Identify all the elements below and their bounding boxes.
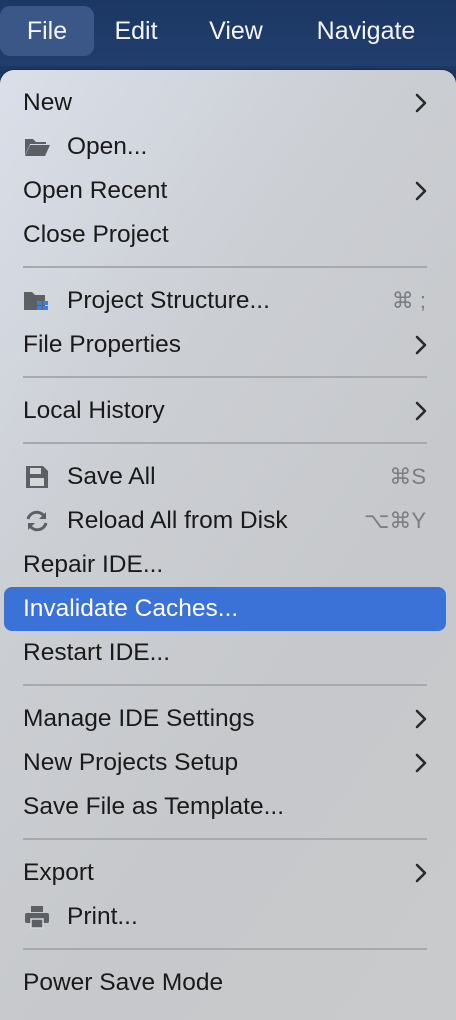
menu-item-reload-all-from-disk[interactable]: Reload All from Disk ⌥⌘Y: [4, 499, 446, 543]
menu-bar: File Edit View Navigate: [0, 0, 456, 66]
menu-item-new-projects-setup[interactable]: New Projects Setup: [4, 741, 446, 785]
menu-item-label: Restart IDE...: [23, 639, 171, 666]
menu-item-manage-ide-settings[interactable]: Manage IDE Settings: [4, 697, 446, 741]
menu-item-file-properties[interactable]: File Properties: [4, 323, 446, 367]
menu-item-open[interactable]: Open...: [4, 125, 446, 169]
menu-item-close-project[interactable]: Close Project: [4, 213, 446, 257]
keyboard-shortcut: ⌘ ;: [391, 288, 426, 313]
menu-item-label: Project Structure...: [67, 287, 270, 314]
keyboard-shortcut: ⌘S: [389, 464, 426, 489]
menubar-view[interactable]: View: [196, 6, 276, 56]
menubar-file[interactable]: File: [0, 6, 94, 56]
menu-item-label: Close Project: [23, 221, 169, 248]
menu-item-save-file-as-template[interactable]: Save File as Template...: [4, 785, 446, 829]
menu-item-label: New Projects Setup: [23, 749, 239, 776]
printer-icon: [25, 906, 49, 929]
menu-item-label: Save File as Template...: [23, 793, 285, 820]
menu-item-invalidate-caches[interactable]: Invalidate Caches...: [4, 587, 446, 631]
menu-separator: [23, 838, 427, 840]
menu-item-label: Repair IDE...: [23, 551, 164, 578]
chevron-right-icon: [415, 93, 427, 113]
menu-item-label: Manage IDE Settings: [23, 705, 255, 732]
menu-separator: [23, 376, 427, 378]
chevron-right-icon: [415, 401, 427, 421]
menu-item-label: Print...: [67, 903, 138, 930]
menubar-edit[interactable]: Edit: [104, 6, 168, 56]
chevron-right-icon: [415, 335, 427, 355]
menu-item-export[interactable]: Export: [4, 851, 446, 895]
menu-separator: [23, 266, 427, 268]
menu-item-local-history[interactable]: Local History: [4, 389, 446, 433]
chevron-right-icon: [415, 753, 427, 773]
menubar-navigate[interactable]: Navigate: [304, 6, 428, 56]
save-icon: [26, 466, 48, 488]
chevron-right-icon: [415, 863, 427, 883]
file-menu-dropdown: New Open... Open Recent Close Project Pr…: [0, 70, 456, 1020]
menu-item-label: New: [23, 89, 73, 116]
keyboard-shortcut: ⌥⌘Y: [363, 508, 426, 533]
project-structure-icon: [24, 292, 48, 310]
menu-item-restart-ide[interactable]: Restart IDE...: [4, 631, 446, 675]
menu-item-label: Export: [23, 859, 94, 886]
menu-item-save-all[interactable]: Save All ⌘S: [4, 455, 446, 499]
menu-separator: [23, 948, 427, 950]
menu-item-print[interactable]: Print...: [4, 895, 446, 939]
menu-item-project-structure[interactable]: Project Structure... ⌘ ;: [4, 279, 446, 323]
menu-item-label: File Properties: [23, 331, 181, 358]
menu-item-label: Open...: [67, 133, 148, 160]
chevron-right-icon: [415, 709, 427, 729]
menu-item-label: Local History: [23, 397, 165, 424]
menu-separator: [23, 684, 427, 686]
chevron-right-icon: [415, 181, 427, 201]
menu-item-label: Open Recent: [23, 177, 168, 204]
menu-item-label: Power Save Mode: [23, 969, 224, 996]
reload-icon: [26, 510, 48, 532]
menu-item-new[interactable]: New: [4, 81, 446, 125]
menu-item-label: Reload All from Disk: [67, 507, 288, 534]
menu-item-label: Invalidate Caches...: [23, 595, 239, 622]
folder-open-icon: [25, 139, 50, 156]
menu-item-label: Save All: [67, 463, 156, 490]
menu-item-open-recent[interactable]: Open Recent: [4, 169, 446, 213]
menu-separator: [23, 442, 427, 444]
menu-item-repair-ide[interactable]: Repair IDE...: [4, 543, 446, 587]
menu-item-power-save-mode[interactable]: Power Save Mode: [4, 961, 446, 1005]
